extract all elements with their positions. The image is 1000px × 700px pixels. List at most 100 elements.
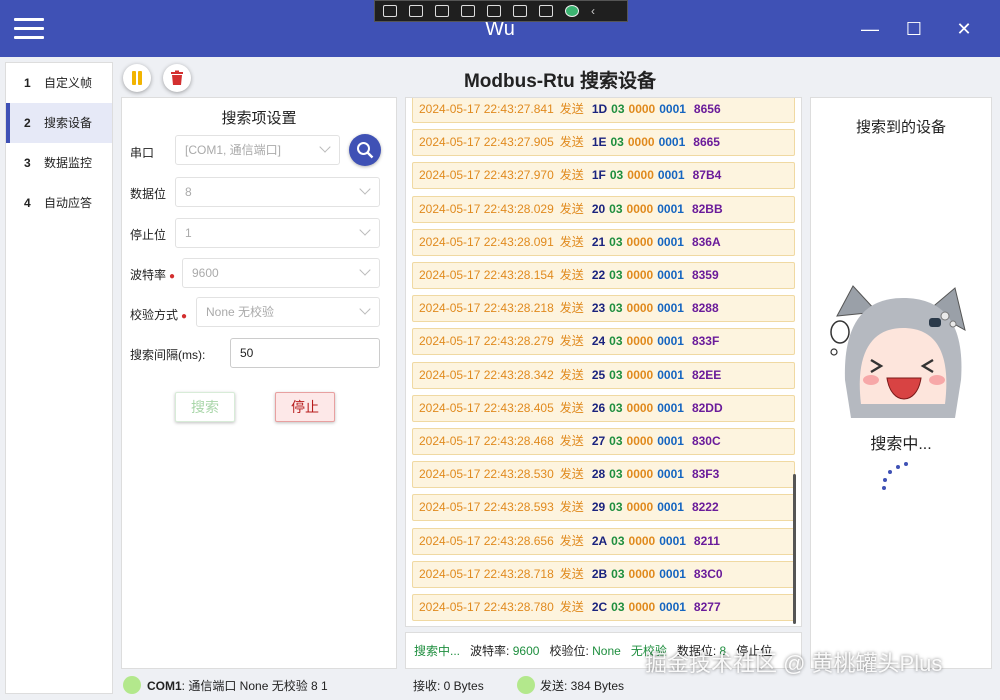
databits-label: 数据位: [130, 187, 167, 201]
debug-toolbar: ‹: [374, 0, 628, 22]
log-cnt: 0001: [659, 566, 686, 581]
spinner-dot: [896, 465, 900, 469]
log-dir: 发送: [559, 234, 584, 249]
log-row: 2024-05-17 22:43:28.029 发送 20 03 0000 0001 82B…: [412, 195, 795, 223]
log-dir: 发送: [559, 434, 584, 448]
inspect-icon[interactable]: [383, 5, 397, 17]
status-baud-label: 波特率:: [470, 644, 510, 658]
chevron-down-icon: [359, 264, 371, 276]
log-cnt: 0001: [657, 268, 684, 282]
status-state: 搜索中...: [414, 644, 461, 658]
log-fn: 03: [609, 500, 623, 515]
log-cnt: 0001: [657, 434, 684, 448]
spinner-dot: [904, 462, 908, 466]
pause-button[interactable]: [123, 64, 151, 92]
chevron-down-icon: [359, 224, 371, 236]
search-button[interactable]: 搜索: [175, 392, 235, 422]
log-addr: 29: [591, 500, 606, 515]
log-fn: 03: [609, 367, 623, 382]
baud-select[interactable]: 9600: [182, 258, 380, 288]
log-cnt: 0001: [657, 367, 684, 382]
hot-reload-icon[interactable]: [513, 5, 527, 17]
found-searching-text: 搜索中...: [870, 436, 932, 453]
baud-label: 波特率 ●: [130, 268, 176, 282]
log-crc: 8211: [693, 533, 720, 548]
log-addr: 28: [591, 467, 606, 482]
select-box-icon[interactable]: [461, 5, 475, 17]
interval-input[interactable]: 50: [230, 338, 380, 368]
log-ts: 2024-05-17 22:43:28.279: [419, 334, 554, 349]
maximize-button[interactable]: ☐: [900, 17, 928, 41]
pause-icon: [132, 71, 136, 85]
log-reg: 0000: [626, 268, 654, 282]
search-settings-panel: 搜索项设置 串口 [COM1, 通信端口] 数据位 8 停止位 1 波特率 ● 9…: [121, 97, 397, 669]
log-reg: 0000: [626, 201, 654, 216]
databits-select[interactable]: 8: [175, 177, 380, 207]
trash-icon: [171, 70, 183, 85]
log-fn: 03: [611, 566, 625, 581]
log-row: 2024-05-17 22:43:28.530 发送 28 03 0000 0001 83F…: [412, 461, 795, 489]
clear-button[interactable]: [163, 64, 191, 92]
log-addr: 25: [591, 367, 606, 382]
log-ts: 2024-05-17 22:43:27.970: [419, 168, 554, 183]
log-ts: 2024-05-17 22:43:28.530: [419, 467, 554, 482]
log-reg: 0000: [626, 434, 654, 448]
log-crc: 82EE: [691, 367, 722, 382]
stopbits-select[interactable]: 1: [175, 218, 380, 248]
log-dir: 发送: [559, 268, 584, 282]
check-icon[interactable]: [565, 5, 579, 17]
log-cnt: 0001: [657, 334, 684, 349]
pointer-select-icon[interactable]: [487, 5, 501, 17]
chevron-left-icon[interactable]: ‹: [591, 5, 605, 17]
status-parity-value: None: [592, 644, 621, 658]
log-dir: 发送: [559, 334, 584, 349]
footer-port: COM1: 通信端口 None 无校验 8 1: [147, 679, 328, 693]
message-log[interactable]: 2024-05-17 22:43:27.841 发送 1D 03 0000 0001 865…: [405, 97, 802, 627]
log-row: 2024-05-17 22:43:27.970 发送 1F 03 0000 0001 87B…: [412, 162, 795, 190]
settings-title: 搜索项设置: [221, 110, 297, 127]
nav-item-auto-reply[interactable]: 4 自动应答: [6, 183, 112, 223]
log-cnt: 0001: [659, 102, 686, 116]
log-fn: 03: [609, 400, 623, 415]
cursor-icon[interactable]: [435, 5, 449, 17]
log-dir: 发送: [559, 135, 584, 150]
log-row: 2024-05-17 22:43:28.279 发送 24 03 0000 0001 833…: [412, 328, 795, 356]
video-icon[interactable]: [409, 5, 423, 17]
close-button[interactable]: ✕: [950, 17, 978, 41]
log-crc: 8288: [691, 301, 719, 316]
log-crc: 836A: [691, 234, 721, 249]
refresh-ports-button[interactable]: [349, 134, 381, 166]
page-title: Modbus-Rtu 搜索设备: [463, 71, 657, 92]
log-fn: 03: [609, 234, 623, 249]
watermark: 掘金技术社区 @ 黄桃罐头Plus: [645, 651, 943, 676]
minimize-button[interactable]: —: [856, 17, 884, 41]
log-addr: 24: [591, 334, 606, 349]
log-ts: 2024-05-17 22:43:27.841: [419, 102, 554, 116]
nav-item-search-device[interactable]: 2 搜索设备: [6, 103, 112, 143]
log-reg: 0000: [628, 102, 656, 116]
port-select[interactable]: [COM1, 通信端口]: [175, 135, 340, 165]
log-reg: 0000: [627, 135, 655, 150]
log-addr: 20: [591, 201, 606, 216]
nav-item-data-monitor[interactable]: 3 数据监控: [6, 143, 112, 183]
log-reg: 0000: [626, 467, 654, 482]
log-addr: 27: [591, 434, 606, 448]
log-scrollbar[interactable]: [793, 474, 796, 624]
anime-cat-girl-illustration: [830, 285, 966, 418]
log-fn: 03: [611, 600, 625, 614]
log-fn: 03: [610, 135, 624, 150]
parity-select[interactable]: None 无校验: [196, 297, 380, 327]
log-ts: 2024-05-17 22:43:28.593: [419, 500, 554, 515]
accessibility-icon[interactable]: [539, 5, 553, 17]
log-cnt: 0001: [657, 301, 684, 316]
log-crc: 8277: [693, 600, 721, 614]
log-cnt: 0001: [658, 135, 686, 150]
nav-item-custom-frame[interactable]: 1 自定义帧: [6, 63, 112, 103]
log-crc: 82BB: [691, 201, 723, 216]
stop-button[interactable]: 停止: [275, 392, 335, 422]
log-reg: 0000: [626, 334, 654, 349]
log-addr: 1D: [591, 102, 608, 116]
spinner-dot: [883, 478, 887, 482]
spinner-dot: [888, 470, 892, 474]
log-fn: 03: [609, 201, 623, 216]
